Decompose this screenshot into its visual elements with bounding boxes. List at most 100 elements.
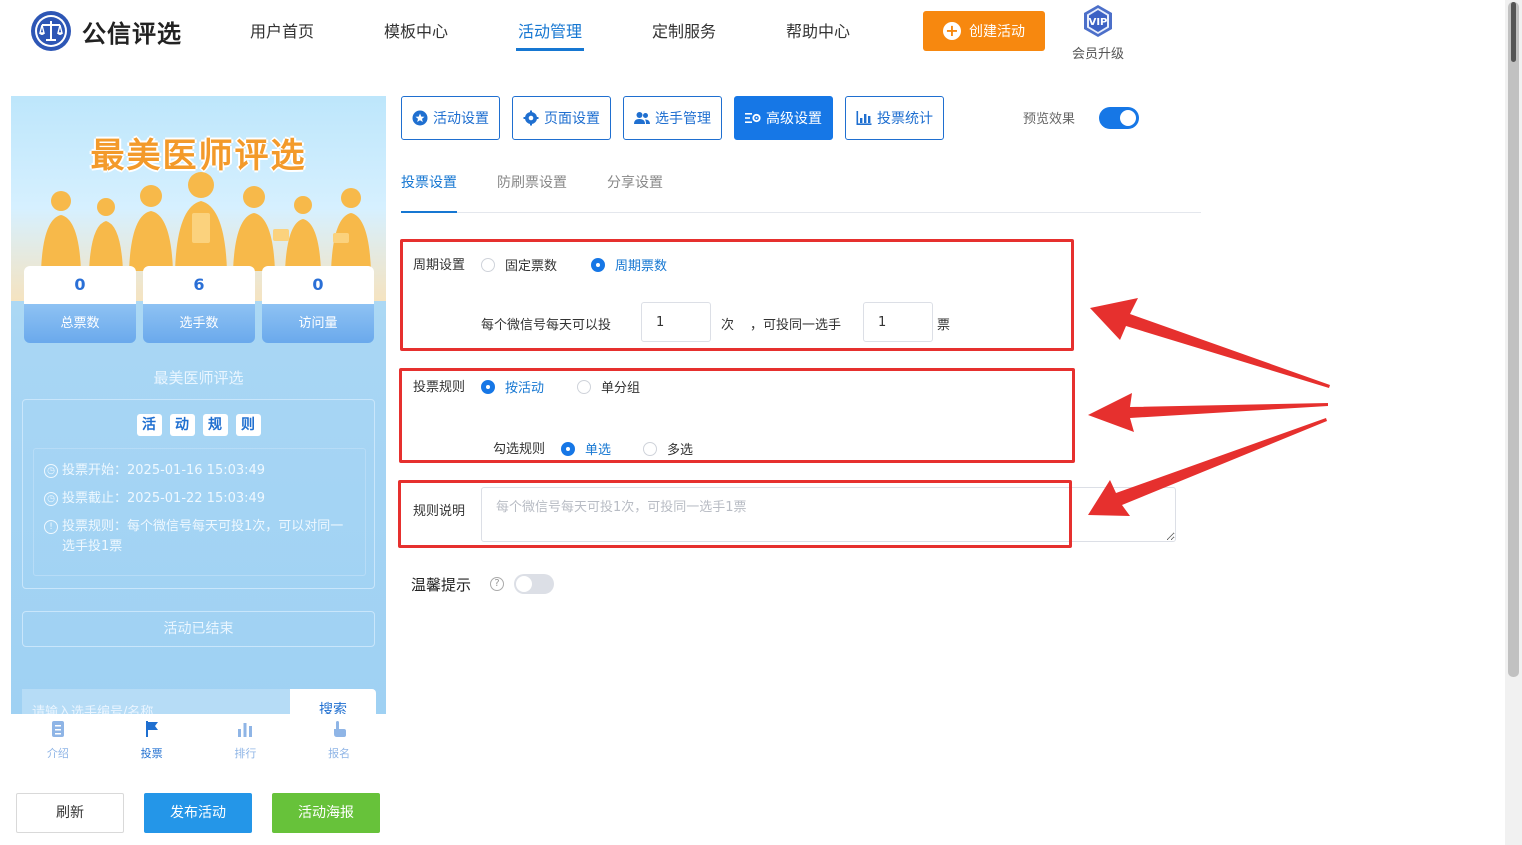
toolbar-label: 投票统计 <box>877 111 933 127</box>
top-header: 公信评选 用户首页 模板中心 活动管理 定制服务 帮助中心 + 创建活动 VIP… <box>0 0 1505 70</box>
radio-label: 单分组 <box>601 381 641 396</box>
logo[interactable]: 公信评选 <box>30 10 182 52</box>
player-search-input[interactable]: 请输入选手编号/名称 <box>22 689 290 714</box>
sliders-gear-icon <box>745 113 761 123</box>
preview-tabbar: 介绍 投票 排行 报名 <box>11 714 386 769</box>
refresh-button[interactable]: 刷新 <box>16 793 124 833</box>
radio-circle <box>481 379 495 394</box>
tab-label: 排行 <box>234 747 257 760</box>
bar-chart-icon <box>238 723 253 737</box>
tab-vote-settings[interactable]: 投票设置 <box>401 160 457 213</box>
activity-ended-banner: 活动已结束 <box>22 611 375 647</box>
tab-intro[interactable]: 介绍 <box>11 714 105 769</box>
tab-anti-fraud-settings[interactable]: 防刷票设置 <box>497 160 567 212</box>
tab-signup[interactable]: 报名 <box>292 714 386 769</box>
radio-label: 单选 <box>585 443 612 458</box>
radio-multiple-choice[interactable]: 多选 <box>643 439 693 458</box>
tab-label: 投票 <box>140 747 163 760</box>
radio-label: 固定票数 <box>505 259 558 274</box>
rule-vote-rule: ! 投票规则：每个微信号每天可投1次，可以对同一选手投1票 <box>44 517 347 557</box>
document-icon <box>51 721 64 737</box>
toolbar-label: 活动设置 <box>433 111 489 127</box>
radio-circle <box>591 257 605 272</box>
page-settings-button[interactable]: 页面设置 <box>512 96 611 140</box>
rule-text: 投票规则：每个微信号每天可投1次，可以对同一选手投1票 <box>62 519 344 554</box>
main-nav: 用户首页 模板中心 活动管理 定制服务 帮助中心 <box>215 0 885 64</box>
scrollbar-inner-thumb[interactable] <box>1511 2 1516 62</box>
radio-circle <box>481 257 495 272</box>
radio-circle <box>561 441 575 456</box>
player-management-button[interactable]: 选手管理 <box>623 96 722 140</box>
scrollbar-thumb[interactable] <box>1508 2 1519 677</box>
rule-text: 投票开始：2025-01-16 15:03:49 <box>62 463 266 478</box>
advanced-settings-button[interactable]: 高级设置 <box>734 96 833 140</box>
annotation-arrow-rule <box>1088 393 1328 432</box>
tab-vote[interactable]: 投票 <box>105 714 199 769</box>
rule-vote-start: ◷ 投票开始：2025-01-16 15:03:49 <box>44 461 347 481</box>
nav-template-center[interactable]: 模板中心 <box>349 0 483 64</box>
votes-unit: 票 <box>937 318 951 333</box>
tab-label: 报名 <box>328 747 351 760</box>
info-icon: ! <box>44 520 58 534</box>
rules-title: 活 动 规 则 <box>23 414 374 436</box>
gear-icon <box>523 110 539 126</box>
publish-activity-button[interactable]: 发布活动 <box>144 793 252 833</box>
warm-tip-toggle[interactable] <box>514 574 554 594</box>
rules-title-char: 规 <box>202 414 228 436</box>
stat-value: 6 <box>143 266 255 304</box>
bar-chart-icon <box>856 111 872 125</box>
rule-vote-end: ◷ 投票截止：2025-01-22 15:03:49 <box>44 489 347 509</box>
stat-visits: 0 访问量 <box>262 266 374 343</box>
rules-panel: 活 动 规 则 ◷ 投票开始：2025-01-16 15:03:49 ◷ 投票截… <box>22 399 375 589</box>
banner-title: 最美医师评选 <box>90 136 307 176</box>
vote-rule-label: 投票规则 <box>413 380 466 395</box>
vip-badge-icon: VIP <box>1084 5 1112 37</box>
warm-tip-label: 温馨提示 <box>411 576 472 594</box>
same-player-votes-input[interactable] <box>863 302 933 342</box>
plus-icon: + <box>943 22 961 40</box>
nav-help-center[interactable]: 帮助中心 <box>751 0 885 64</box>
create-activity-label: 创建活动 <box>969 24 1025 40</box>
radio-label: 多选 <box>667 443 694 458</box>
stat-players: 6 选手数 <box>143 266 255 343</box>
stat-label: 选手数 <box>143 304 255 343</box>
stats-row: 0 总票数 6 选手数 0 访问量 <box>24 266 374 343</box>
radio-fixed-votes[interactable]: 固定票数 <box>481 255 557 274</box>
create-activity-button[interactable]: + 创建活动 <box>923 11 1045 51</box>
cycle-settings-label: 周期设置 <box>413 258 466 273</box>
brand-name: 公信评选 <box>82 19 182 48</box>
activity-settings-button[interactable]: 活动设置 <box>401 96 500 140</box>
radio-single-choice[interactable]: 单选 <box>561 439 611 458</box>
mobile-preview: 最美医师评选 0 总票数 6 选手数 0 访问量 最美医师评选 活 动 规 则 … <box>11 96 386 714</box>
stat-label: 总票数 <box>24 304 136 343</box>
check-rule-label: 勾选规则 <box>493 442 546 457</box>
stat-label: 访问量 <box>262 304 374 343</box>
stat-value: 0 <box>24 266 136 304</box>
tab-ranking[interactable]: 排行 <box>199 714 293 769</box>
vip-upgrade[interactable]: VIP 会员升级 <box>1068 4 1128 62</box>
player-search-button[interactable]: 搜索 <box>290 689 376 714</box>
preview-effect-toggle[interactable] <box>1099 107 1139 129</box>
help-icon[interactable]: ? <box>490 577 504 591</box>
nav-user-home[interactable]: 用户首页 <box>215 0 349 64</box>
annotation-arrow-cycle <box>1090 298 1330 388</box>
per-day-label: 每个微信号每天可以投 <box>481 318 612 333</box>
settings-subtabs: 投票设置 防刷票设置 分享设置 <box>401 160 1201 213</box>
rule-text: 投票截止：2025-01-22 15:03:49 <box>62 491 266 506</box>
same-player-label: ，可投同一选手 <box>750 318 842 333</box>
toolbar-label: 选手管理 <box>655 111 711 127</box>
radio-by-activity[interactable]: 按活动 <box>481 377 544 396</box>
tab-share-settings[interactable]: 分享设置 <box>607 160 663 212</box>
per-day-votes-input[interactable] <box>641 302 711 342</box>
nav-activity-management[interactable]: 活动管理 <box>483 0 617 64</box>
annotation-arrow-description <box>1088 418 1327 516</box>
vote-statistics-button[interactable]: 投票统计 <box>845 96 944 140</box>
times-unit: 次 <box>721 318 735 333</box>
rules-content: ◷ 投票开始：2025-01-16 15:03:49 ◷ 投票截止：2025-0… <box>33 448 366 576</box>
activity-poster-button[interactable]: 活动海报 <box>272 793 380 833</box>
annotation-arrows <box>1088 298 1330 516</box>
radio-single-group[interactable]: 单分组 <box>577 377 640 396</box>
clock-icon: ◷ <box>44 464 58 478</box>
nav-custom-service[interactable]: 定制服务 <box>617 0 751 64</box>
radio-cycle-votes[interactable]: 周期票数 <box>591 255 667 274</box>
